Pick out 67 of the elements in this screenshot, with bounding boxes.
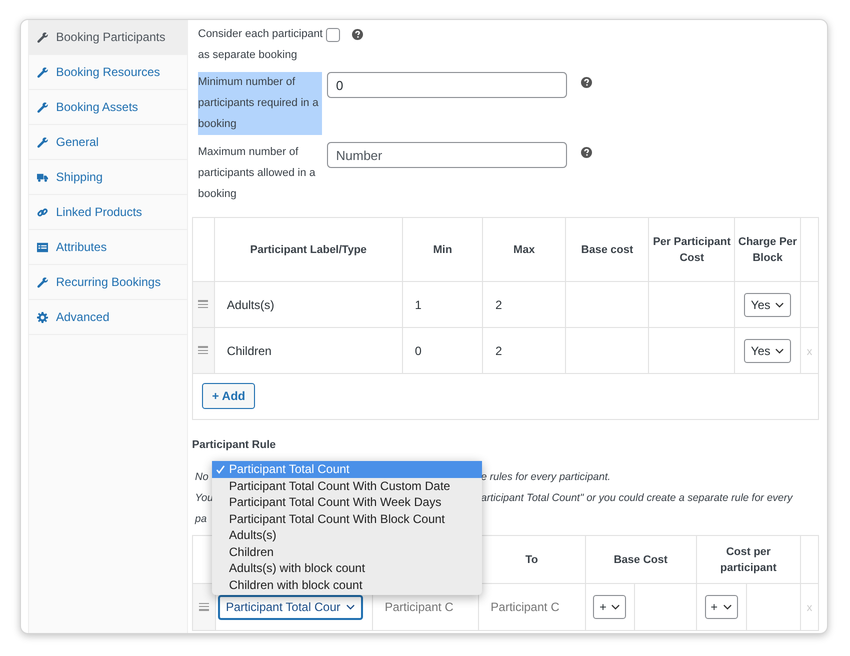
- operator-select[interactable]: +: [593, 595, 626, 619]
- sidebar-item[interactable]: Attributes: [29, 230, 187, 265]
- chevron-icon: [775, 348, 784, 354]
- field-label: Minimum number of participants required in a booking: [198, 72, 322, 135]
- dropdown-option[interactable]: Participant Total Count With Custom Date: [212, 478, 482, 494]
- dropdown-option[interactable]: Adults(s): [212, 527, 482, 544]
- chevron-icon: [611, 604, 620, 610]
- dropdown-option[interactable]: Participant Total Count With Week Days: [212, 494, 482, 510]
- yes-no-select[interactable]: Yes: [744, 338, 792, 362]
- gear-icon: [37, 312, 48, 322]
- note-text: articipant Total Count" or you could create a separate rule for every: [481, 491, 793, 506]
- drag-handle-icon[interactable]: [198, 346, 208, 354]
- checkbox-label: Consider each participant as separate booking: [198, 27, 323, 63]
- checkbox[interactable]: [326, 28, 340, 42]
- chevron-icon: [775, 302, 784, 308]
- note-text: No: [195, 470, 210, 485]
- sidebar-item[interactable]: Recurring Bookings: [29, 265, 187, 300]
- input-field[interactable]: Number: [327, 142, 567, 168]
- column-header: Base cost: [581, 244, 634, 256]
- sidebar-item[interactable]: Booking Participants: [29, 20, 187, 55]
- help-icon[interactable]: [352, 29, 363, 40]
- check-icon: [216, 464, 225, 474]
- column-header: Charge Per Block: [738, 236, 797, 264]
- chevron-icon: [722, 604, 732, 610]
- sidebar-item[interactable]: Booking Resources: [29, 55, 187, 90]
- link-icon: [37, 206, 48, 218]
- wrench-icon: [37, 102, 48, 112]
- table-cell: 1: [414, 298, 422, 312]
- section-title: Participant Rule: [192, 439, 277, 451]
- column-header: Cost per participant: [720, 546, 776, 574]
- list-icon: [37, 242, 48, 252]
- operator-select[interactable]: +: [704, 595, 738, 619]
- column-header: Max: [513, 244, 535, 256]
- column-header: Participant Label/Type: [250, 244, 367, 256]
- yes-no-select[interactable]: Yes: [744, 292, 792, 316]
- wrench-icon: [37, 32, 48, 42]
- sidebar-item[interactable]: Shipping: [29, 160, 187, 195]
- column-header: Base Cost: [614, 554, 668, 566]
- add-button[interactable]: + Add: [202, 383, 256, 409]
- note-text: pa: [195, 512, 208, 527]
- sidebar-item[interactable]: General: [29, 125, 187, 160]
- table-cell: Children: [226, 344, 272, 358]
- field-label: Maximum number of participants allowed in a booking: [198, 145, 316, 202]
- drag-handle-icon[interactable]: [198, 602, 209, 611]
- table-cell: 0: [414, 344, 422, 358]
- table-cell: 2: [495, 298, 502, 312]
- help-icon[interactable]: [581, 147, 592, 158]
- table-cell: Adults(s): [226, 298, 274, 312]
- column-header: To: [525, 554, 538, 566]
- dropdown-option[interactable]: Adults(s) with block count: [212, 560, 482, 576]
- table-cell: 2: [495, 344, 502, 358]
- help-icon[interactable]: [581, 77, 592, 88]
- wrench-icon: [37, 66, 48, 78]
- dropdown-option[interactable]: Children: [212, 544, 482, 560]
- truck-icon: [37, 172, 48, 182]
- sidebar-item[interactable]: Linked Products: [29, 195, 187, 230]
- chevron-icon: [346, 604, 356, 610]
- wrench-icon: [37, 136, 48, 148]
- column-header: Min: [433, 244, 452, 256]
- drag-handle-icon[interactable]: [198, 300, 208, 308]
- rule-type-select[interactable]: Participant Total Cour: [218, 594, 364, 620]
- input-field[interactable]: 0: [327, 72, 567, 98]
- sidebar-item[interactable]: Booking Assets: [29, 90, 187, 125]
- column-header: Per Participant Cost: [652, 236, 731, 264]
- wrench-icon: [37, 276, 48, 288]
- dropdown-option[interactable]: Participant Total Count With Block Count: [212, 510, 482, 527]
- sidebar-item[interactable]: Advanced: [29, 300, 187, 335]
